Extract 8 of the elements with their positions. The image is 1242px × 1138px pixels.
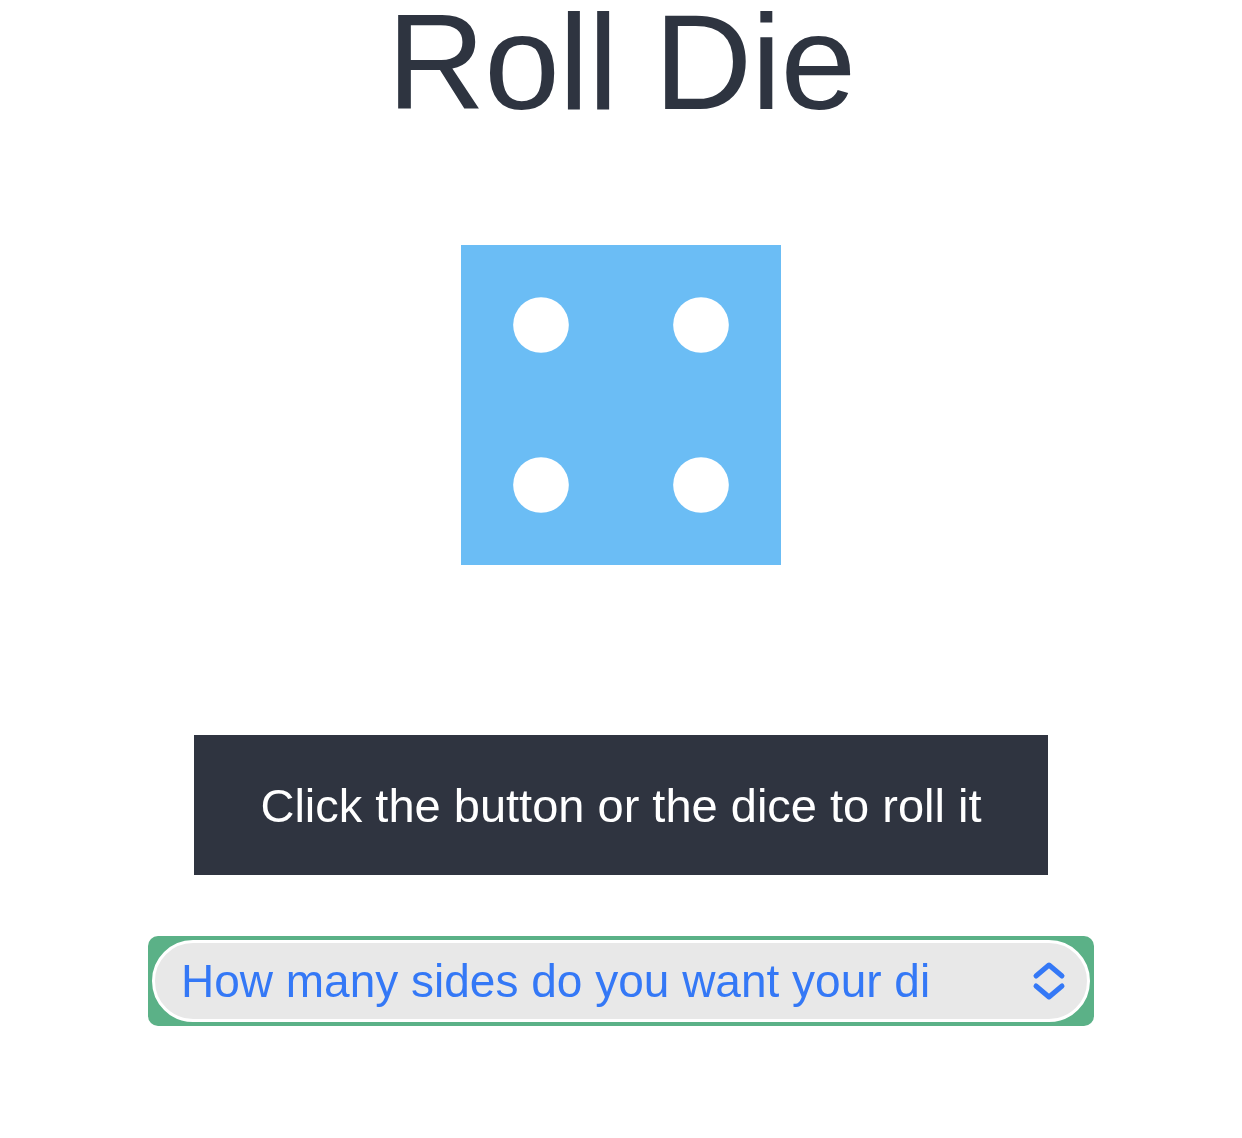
- die-pip: [673, 457, 729, 513]
- die-pip: [513, 457, 569, 513]
- die[interactable]: [461, 245, 781, 565]
- die-pip: [513, 297, 569, 353]
- chevron-icon: [1031, 961, 1067, 1001]
- page-title: Roll Die: [386, 0, 856, 140]
- die-pip: [673, 297, 729, 353]
- roll-button[interactable]: Click the button or the dice to roll it: [194, 735, 1048, 875]
